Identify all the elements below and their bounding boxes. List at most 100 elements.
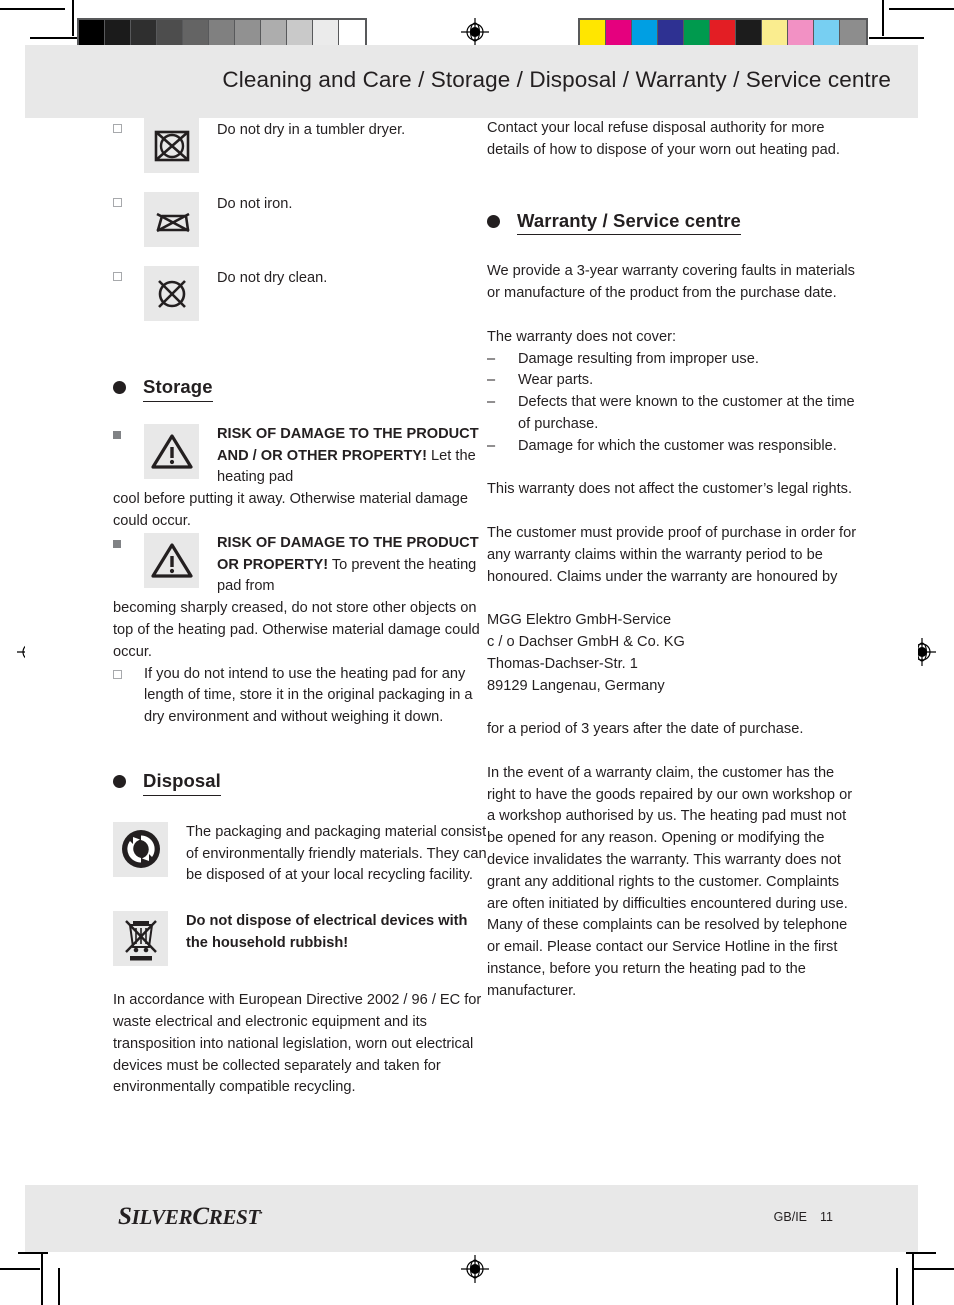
no-dry-clean-icon — [144, 266, 199, 321]
color-swatch-5 — [710, 20, 736, 46]
bullet-dot-icon — [113, 381, 126, 394]
crop-mark-bottom-right-h2 — [906, 1252, 936, 1254]
service-address-line: 89129 Langenau, Germany — [487, 677, 665, 694]
color-swatch-4 — [684, 20, 710, 46]
crop-mark-bottom-left-v2 — [41, 1252, 43, 1305]
warranty-exclusion-text: Wear parts. — [518, 372, 594, 389]
square-bullet-solid-icon — [113, 424, 144, 439]
bullet-dot-icon — [113, 774, 126, 788]
storage-section-heading: Storage — [113, 376, 490, 402]
gray-swatch-2 — [131, 20, 157, 46]
gray-swatch-6 — [235, 20, 261, 46]
care-symbol-row: Do not dry in a tumbler dryer. — [113, 118, 490, 173]
gray-swatch-5 — [209, 20, 235, 46]
storage-bullet-text: If you do not intend to use the heating … — [144, 665, 473, 726]
crop-mark-top-left-v — [72, 0, 74, 36]
registration-mark-bottom — [461, 1255, 489, 1283]
color-swatch-0 — [580, 20, 606, 46]
storage-heading-label: Storage — [143, 376, 213, 402]
square-bullet-icon — [113, 124, 122, 133]
square-bullet-solid-icon — [113, 533, 144, 548]
right-column: Contact your local refuse disposal autho… — [487, 118, 864, 1002]
crop-mark-bottom-left-h2 — [18, 1252, 48, 1254]
warranty-heading-label: Warranty / Service centre — [517, 210, 741, 236]
page-sheet: Cleaning and Care / Storage / Disposal /… — [25, 45, 918, 1252]
page-number: 11 — [820, 1210, 833, 1224]
weee-info-text: Do not dispose of electrical devices wit… — [186, 913, 468, 951]
color-swatch-2 — [632, 20, 658, 46]
color-swatch-6 — [736, 20, 762, 46]
logo-rest: REST — [208, 1205, 261, 1229]
silvercrest-logo: SILVERCREST· — [118, 1203, 263, 1231]
storage-warning-1-continuation: cool before putting it away. Otherwise m… — [113, 491, 469, 529]
refuse-authority-text: Contact your local refuse disposal autho… — [487, 120, 840, 158]
storage-warning-block: RISK OF DAMAGE TO THE PRODUCT OR PROPERT… — [113, 532, 490, 664]
logo-ilver: ILVER — [131, 1205, 193, 1229]
crop-mark-bottom-left-h — [0, 1268, 40, 1270]
care-symbol-label: Do not dry clean. — [217, 270, 328, 286]
weee-info-row: Do not dispose of electrical devices wit… — [113, 911, 490, 967]
no-iron-icon — [144, 192, 199, 247]
disposal-heading-label: Disposal — [143, 770, 221, 796]
warranty-exclusion-item: – Damage resulting from improper use. — [487, 349, 864, 371]
warning-triangle-icon — [144, 423, 199, 479]
logo-s: S — [118, 1203, 132, 1230]
care-symbol-row: Do not dry clean. — [113, 266, 490, 321]
gray-swatch-1 — [105, 20, 131, 46]
color-swatch-1 — [606, 20, 632, 46]
gray-swatch-7 — [261, 20, 287, 46]
warranty-proof-of-purchase-text: The customer must provide proof of purch… — [487, 524, 857, 585]
color-swatch-3 — [658, 20, 684, 46]
crop-mark-top-right-v — [882, 0, 884, 36]
warranty-legal-rights-text: This warranty does not affect the custom… — [487, 481, 853, 498]
square-bullet-icon — [113, 664, 144, 679]
care-symbol-label: Do not iron. — [217, 196, 293, 212]
service-address-line: MGG Elektro GmbH-Service — [487, 612, 672, 629]
storage-warning-block: RISK OF DAMAGE TO THE PRODUCT AND / OR O… — [113, 423, 490, 533]
square-bullet-icon — [113, 272, 122, 281]
registered-trademark-icon: · — [260, 1208, 263, 1219]
warranty-exclusion-item: – Defects that were known to the custome… — [487, 392, 864, 436]
warranty-exclusion-item: – Damage for which the customer was resp… — [487, 436, 864, 458]
green-dot-recycling-icon — [113, 821, 168, 877]
crop-mark-top-left-h — [0, 8, 65, 10]
color-swatch-8 — [788, 20, 814, 46]
gray-swatch-0 — [79, 20, 105, 46]
care-symbol-row: Do not iron. — [113, 192, 490, 247]
left-column: Do not dry in a tumbler dryer. Do not ir… — [113, 118, 490, 1099]
color-swatch-10 — [840, 20, 866, 46]
warning-triangle-icon — [144, 532, 199, 588]
page-title: Cleaning and Care / Storage / Disposal /… — [222, 67, 891, 92]
care-symbol-label: Do not dry in a tumbler dryer. — [217, 122, 406, 138]
color-swatch-9 — [814, 20, 840, 46]
gray-swatch-8 — [287, 20, 313, 46]
warranty-exclusion-text: Damage resulting from improper use. — [518, 350, 759, 367]
crop-mark-bottom-left-v — [58, 1268, 60, 1305]
gray-swatch-10 — [339, 20, 365, 46]
crop-mark-bottom-right-h — [914, 1268, 954, 1270]
crop-mark-top-right-h — [889, 8, 954, 10]
page-header-band: Cleaning and Care / Storage / Disposal /… — [25, 45, 918, 118]
recycling-info-row: The packaging and packaging material con… — [113, 821, 490, 887]
disposal-section-heading: Disposal — [113, 770, 490, 796]
no-tumble-dry-icon — [144, 118, 199, 173]
storage-warning-2-continuation: becoming sharply creased, do not store o… — [113, 600, 480, 660]
page-footer-info: GB/IE 11 — [774, 1210, 833, 1224]
content-columns: Do not dry in a tumbler dryer. Do not ir… — [25, 118, 918, 1188]
square-bullet-icon — [113, 198, 122, 207]
warranty-exclusion-text: Damage for which the customer was respon… — [518, 437, 837, 454]
logo-c: C — [192, 1203, 209, 1230]
gray-swatch-4 — [183, 20, 209, 46]
warranty-claim-text: In the event of a warranty claim, the cu… — [487, 764, 853, 999]
service-address-line: c / o Dachser GmbH & Co. KG — [487, 633, 685, 650]
recycling-info-text: The packaging and packaging material con… — [186, 823, 487, 884]
bullet-dot-icon — [487, 214, 500, 228]
crop-mark-top-right-h2 — [869, 37, 924, 39]
warranty-exclusion-text: Defects that were known to the customer … — [518, 394, 855, 432]
crossed-out-wheelie-bin-icon — [113, 911, 168, 967]
registration-mark-top — [461, 18, 489, 46]
storage-bullet-item: If you do not intend to use the heating … — [113, 664, 490, 729]
service-address-line: Thomas-Dachser-Str. 1 — [487, 655, 638, 672]
crop-mark-bottom-right-v — [896, 1268, 898, 1305]
gray-swatch-9 — [313, 20, 339, 46]
